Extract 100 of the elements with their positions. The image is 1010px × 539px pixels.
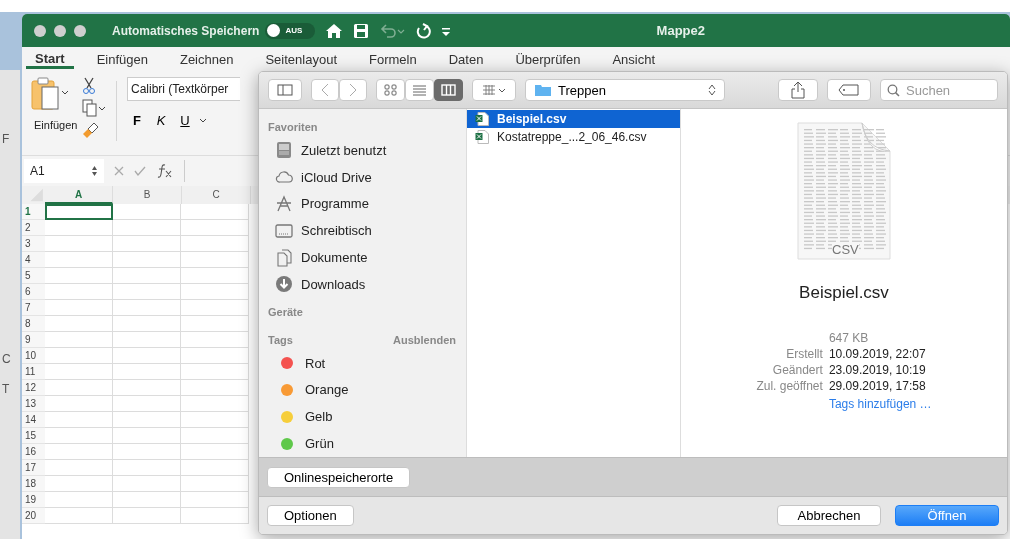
table-cell[interactable] [181,348,249,364]
table-cell[interactable] [45,348,113,364]
table-cell[interactable] [181,204,249,220]
tag-item[interactable]: Grün [268,430,466,457]
ribbon-tab[interactable]: Seitenlayout [256,47,346,69]
table-cell[interactable] [45,220,113,236]
arrange-button[interactable] [472,79,516,101]
table-cell[interactable] [113,428,181,444]
row-header[interactable]: 17 [22,460,45,476]
name-box[interactable]: A1 [24,159,104,183]
table-cell[interactable] [45,252,113,268]
table-cell[interactable] [45,268,113,284]
clipboard-icon[interactable] [30,77,70,111]
table-cell[interactable] [181,252,249,268]
table-cell[interactable] [45,444,113,460]
function-icon[interactable] [156,163,174,179]
table-cell[interactable] [181,300,249,316]
table-cell[interactable] [181,444,249,460]
row-header[interactable]: 14 [22,412,45,428]
ribbon-tab[interactable]: Daten [439,47,493,69]
row-header[interactable]: 13 [22,396,45,412]
add-tags-link[interactable]: Tags hinzufügen … [828,397,932,411]
table-cell[interactable] [113,508,181,524]
font-name-field[interactable]: Calibri (Textkörper [127,77,240,101]
table-cell[interactable] [113,412,181,428]
window-control-button[interactable] [54,24,66,37]
table-cell[interactable] [181,476,249,492]
table-cell[interactable] [181,412,249,428]
table-cell[interactable] [181,332,249,348]
home-icon[interactable] [325,22,344,39]
row-header[interactable]: 3 [22,236,45,252]
row-header[interactable]: 11 [22,364,45,380]
table-cell[interactable] [113,252,181,268]
table-cell[interactable] [45,380,113,396]
table-cell[interactable] [113,316,181,332]
tag-button[interactable] [827,79,871,101]
scissors-icon[interactable] [82,77,96,95]
table-cell[interactable] [113,236,181,252]
sidebar-item[interactable]: Zuletzt benutzt [268,137,466,164]
table-cell[interactable] [113,332,181,348]
format-button[interactable]: U [175,113,195,128]
back-button[interactable] [311,79,339,101]
chevron-down-icon[interactable] [199,117,207,124]
table-cell[interactable] [113,348,181,364]
format-button[interactable]: F [127,113,147,128]
location-popup[interactable]: Treppen [525,79,725,101]
undo-icon[interactable] [379,22,406,39]
table-cell[interactable] [113,396,181,412]
table-cell[interactable] [113,364,181,380]
row-header[interactable]: 9 [22,332,45,348]
save-icon[interactable] [353,22,370,39]
row-header[interactable]: 5 [22,268,45,284]
cancel-icon[interactable] [114,166,124,176]
row-header[interactable]: 15 [22,428,45,444]
online-locations-button[interactable]: Onlinespeicherorte [267,466,411,488]
ribbon-tab[interactable]: Start [26,47,74,69]
table-cell[interactable] [113,204,181,220]
table-cell[interactable] [45,428,113,444]
column-header[interactable]: C [182,186,251,204]
view-mode-button[interactable] [434,79,463,101]
file-row[interactable]: Kostatreppe_...2_06_46.csv [467,128,680,146]
ribbon-tab[interactable]: Überprüfen [506,47,590,69]
table-cell[interactable] [113,220,181,236]
window-control-button[interactable] [34,24,46,37]
view-mode-button[interactable] [376,79,405,101]
table-cell[interactable] [113,444,181,460]
ribbon-tab[interactable]: Formeln [360,47,426,69]
row-header[interactable]: 2 [22,220,45,236]
table-cell[interactable] [181,508,249,524]
table-cell[interactable] [181,428,249,444]
table-cell[interactable] [45,412,113,428]
brush-icon[interactable] [82,121,100,139]
table-cell[interactable] [113,460,181,476]
table-cell[interactable] [113,268,181,284]
table-cell[interactable] [45,316,113,332]
column-header[interactable]: B [113,186,182,204]
options-button[interactable]: Optionen [267,505,354,526]
row-header[interactable]: 1 [22,204,45,220]
search-field[interactable]: Suchen [880,79,998,101]
table-cell[interactable] [181,364,249,380]
row-header[interactable]: 19 [22,492,45,508]
row-header[interactable]: 4 [22,252,45,268]
table-cell[interactable] [45,508,113,524]
row-header[interactable]: 20 [22,508,45,524]
table-cell[interactable] [45,476,113,492]
table-cell[interactable] [181,268,249,284]
format-button[interactable]: K [151,113,171,128]
table-cell[interactable] [45,284,113,300]
sidebar-item[interactable]: iCloud Drive [268,163,466,191]
stepper-icon[interactable] [91,165,98,177]
table-cell[interactable] [45,396,113,412]
sidebar-item[interactable]: Downloads [268,271,466,298]
sidebar-item[interactable]: Schreibtisch [268,217,466,245]
autosave-toggle[interactable]: AUS [265,22,316,39]
table-cell[interactable] [181,220,249,236]
table-cell[interactable] [181,396,249,412]
sidebar-item[interactable]: Programme [268,190,466,218]
copy-icon[interactable] [82,99,106,117]
table-cell[interactable] [45,332,113,348]
row-header[interactable]: 8 [22,316,45,332]
